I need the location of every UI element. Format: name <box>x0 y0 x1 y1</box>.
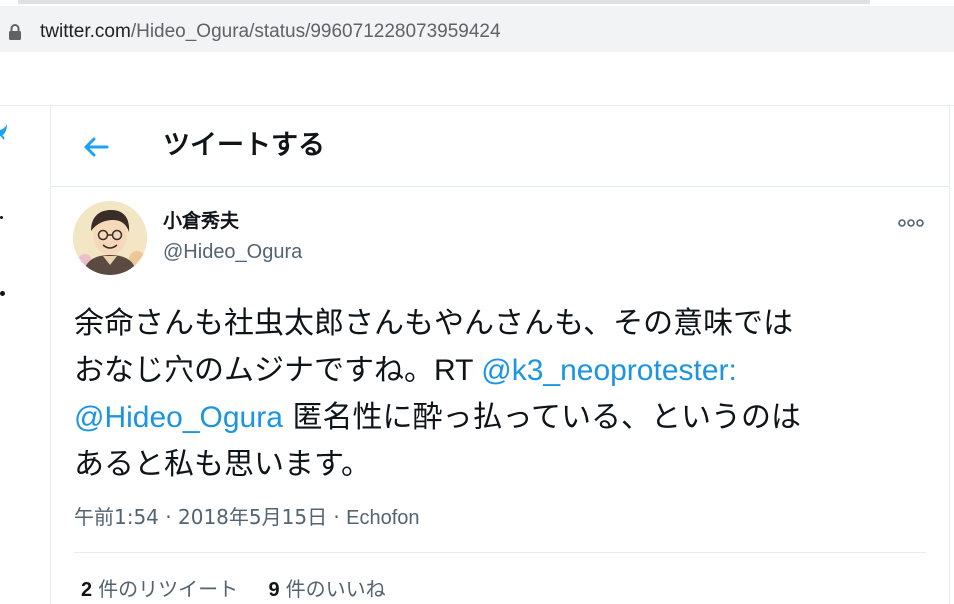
url-host: twitter.com <box>40 21 131 42</box>
left-nav-rail <box>0 106 51 604</box>
mention-colon: : <box>728 354 737 387</box>
rt-marker: RT <box>434 354 482 387</box>
like-count: 9 <box>268 579 280 601</box>
meta-separator: · <box>327 505 347 529</box>
address-bar[interactable]: twitter.com/Hideo_Ogura/status/996071228… <box>0 6 954 52</box>
like-count-link[interactable]: 9 件のいいね <box>268 575 385 604</box>
meta-divider <box>74 552 926 553</box>
tweet-stats: 2 件のリツイート 9 件のいいね <box>81 575 410 604</box>
like-label: 件のいいね <box>285 577 386 601</box>
avatar[interactable] <box>73 201 147 275</box>
tweet-line: @Hideo_Ogura 匿名性に酔っ払っている、というのは <box>74 394 934 441</box>
browser-tab-strip <box>0 0 954 4</box>
nav-item-marker[interactable] <box>0 291 5 296</box>
page-header: ツイートする <box>51 106 949 187</box>
tab-edge-right <box>870 0 954 4</box>
tab-edge-left <box>0 0 18 4</box>
retweet-count-link[interactable]: 2 件のリツイート <box>81 575 238 604</box>
main-column: ツイートする 小倉秀夫 @Hideo_Ogura 余命さんも社虫太郎さんもやんさ… <box>51 106 950 604</box>
tweet-source[interactable]: Echofon <box>346 507 419 529</box>
author-handle[interactable]: @Hideo_Ogura <box>163 239 302 265</box>
retweet-count: 2 <box>81 579 93 601</box>
tweet-text-segment: 匿名性に酔っ払っている、というのは <box>282 400 801 435</box>
tweet-line: 余命さんも社虫太郎さんもやんさんも、その意味では <box>74 306 794 341</box>
retweet-label: 件のリツイート <box>98 577 239 601</box>
more-options-icon[interactable] <box>897 216 925 230</box>
avatar-portrait <box>73 201 147 275</box>
meta-separator: · <box>158 505 178 529</box>
tweet-date[interactable]: 2018年5月15日 <box>178 505 327 529</box>
page-title: ツイートする <box>163 130 325 161</box>
nav-item-marker[interactable] <box>0 216 3 219</box>
tweet-meta: 午前1:54 · 2018年5月15日 · Echofon <box>74 503 420 532</box>
mention-link[interactable]: @k3_neoprotester <box>481 354 728 387</box>
back-arrow-icon[interactable] <box>81 132 111 162</box>
mention-link[interactable]: @Hideo_Ogura <box>74 401 283 434</box>
url-text[interactable]: twitter.com/Hideo_Ogura/status/996071228… <box>40 20 501 44</box>
tweet-text: 余命さんも社虫太郎さんもやんさんも、その意味では おなじ穴のムジナですね。RT … <box>74 300 934 488</box>
twitter-bird-icon[interactable] <box>0 124 8 142</box>
author-name[interactable]: 小倉秀夫 <box>163 208 239 234</box>
tweet-time[interactable]: 午前1:54 <box>74 505 159 529</box>
tweet-line: おなじ穴のムジナですね。RT @k3_neoprotester: <box>74 347 934 394</box>
tweet-text-segment: おなじ穴のムジナですね。 <box>74 353 434 388</box>
lock-icon <box>9 24 21 40</box>
tweet-line: あると私も思います。 <box>74 447 371 482</box>
url-path: /Hideo_Ogura/status/996071228073959424 <box>130 21 501 42</box>
